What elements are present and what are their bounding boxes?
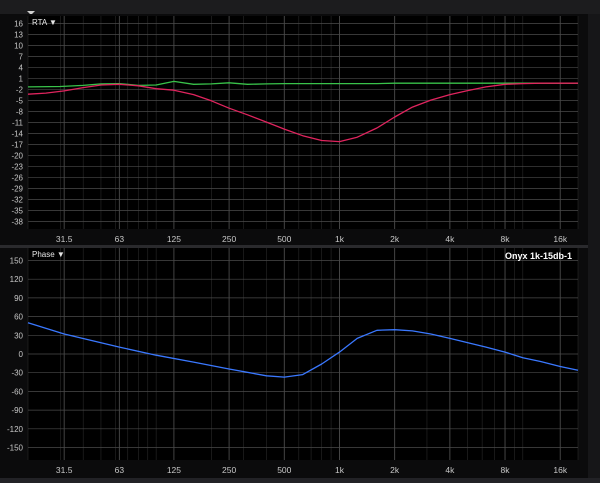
y-tick-label: -35 bbox=[11, 207, 23, 216]
y-tick-label: 0 bbox=[19, 350, 24, 359]
y-tick-label: -2 bbox=[16, 85, 24, 94]
x-tick-label: 2k bbox=[390, 234, 400, 244]
x-tick-label: 2k bbox=[390, 465, 400, 475]
y-tick-label: -30 bbox=[11, 369, 23, 378]
x-tick-label: 250 bbox=[222, 234, 236, 244]
y-tick-label: 10 bbox=[14, 41, 23, 50]
x-tick-label: 500 bbox=[277, 465, 291, 475]
x-tick-label: 8k bbox=[501, 465, 511, 475]
y-tick-label: -29 bbox=[11, 185, 23, 194]
y-tick-label: -8 bbox=[16, 107, 24, 116]
x-tick-label: 4k bbox=[445, 234, 455, 244]
top-toolbar bbox=[0, 0, 600, 15]
y-tick-label: 1 bbox=[19, 74, 24, 83]
right-frame bbox=[588, 14, 600, 483]
y-tick-label: 30 bbox=[14, 331, 23, 340]
x-tick-label: 63 bbox=[115, 234, 125, 244]
y-tick-label: -5 bbox=[16, 96, 24, 105]
y-tick-label: -120 bbox=[7, 425, 24, 434]
y-tick-label: -90 bbox=[11, 406, 23, 415]
y-tick-label: 120 bbox=[10, 275, 24, 284]
rta-chart: 16 13 10 7 4 1 -2 -5 -8 -11 -14 -17 -20 -23 -26 -29 -32 -… bbox=[0, 14, 588, 245]
y-tick-label: -14 bbox=[11, 130, 23, 139]
x-tick-label: 63 bbox=[115, 465, 125, 475]
bottom-frame bbox=[0, 478, 600, 483]
panel-menu-label[interactable]: RTA ▼ bbox=[32, 18, 57, 27]
x-tick-label: 31.5 bbox=[56, 234, 73, 244]
y-tick-label: -26 bbox=[11, 174, 23, 183]
x-tick-label: 125 bbox=[167, 465, 181, 475]
y-tick-label: 16 bbox=[14, 19, 23, 28]
x-tick-label: 4k bbox=[445, 465, 455, 475]
x-tick-label: 250 bbox=[222, 465, 236, 475]
y-tick-label: -17 bbox=[11, 141, 23, 150]
x-tick-label: 1k bbox=[335, 465, 345, 475]
y-tick-label: 13 bbox=[14, 30, 23, 39]
y-tick-label: 7 bbox=[19, 52, 24, 61]
y-tick-label: 60 bbox=[14, 313, 23, 322]
phase-chart: 150 120 90 60 30 0 -30 -60 -90 -120 -150 31.5 63 125 2… bbox=[0, 248, 588, 478]
y-tick-label: -38 bbox=[11, 218, 23, 227]
trace-name-label: Onyx 1k-15db-1 bbox=[505, 251, 572, 261]
y-tick-label: 4 bbox=[19, 63, 24, 72]
x-tick-label: 8k bbox=[501, 234, 511, 244]
y-tick-label: -11 bbox=[12, 119, 24, 128]
panel-menu-label[interactable]: Phase ▼ bbox=[32, 250, 65, 259]
x-tick-label: 16k bbox=[553, 234, 567, 244]
x-tick-label: 31.5 bbox=[56, 465, 73, 475]
y-tick-label: 150 bbox=[10, 256, 24, 265]
x-tick-label: 1k bbox=[335, 234, 345, 244]
y-tick-label: 90 bbox=[14, 294, 23, 303]
y-tick-label: -20 bbox=[11, 152, 23, 161]
y-tick-label: -23 bbox=[11, 163, 23, 172]
y-tick-label: -60 bbox=[11, 387, 23, 396]
x-tick-label: 500 bbox=[277, 234, 291, 244]
x-tick-label: 125 bbox=[167, 234, 181, 244]
x-tick-label: 16k bbox=[553, 465, 567, 475]
y-tick-label: -32 bbox=[11, 196, 23, 205]
y-tick-label: -150 bbox=[7, 444, 24, 453]
